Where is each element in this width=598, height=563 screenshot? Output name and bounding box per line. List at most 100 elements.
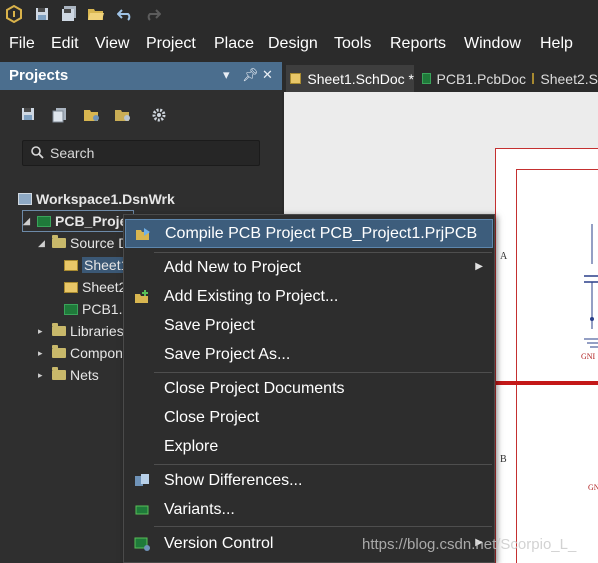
open-folder-icon[interactable] (83, 107, 101, 125)
tree-components[interactable]: ▸ Compone (38, 342, 131, 364)
zone-label-a: A (500, 251, 508, 262)
tree-source-documents[interactable]: ◢ Source D (38, 232, 128, 254)
menu-variants[interactable]: Variants... (125, 496, 493, 525)
projects-panel-header: Projects ▾ 📌︎ ✕ (0, 62, 282, 90)
tree-project[interactable]: ◢ PCB_Proje (22, 210, 135, 232)
menu-design[interactable]: Design (268, 35, 318, 53)
explore-label: Explore (164, 438, 219, 455)
menu-project[interactable]: Project (146, 35, 196, 53)
folder-icon (52, 235, 66, 248)
search-input[interactable]: Search (22, 140, 260, 166)
tab-sheet2-label: Sheet2.S (540, 70, 598, 87)
menu-add-existing[interactable]: Add Existing to Project... (125, 283, 493, 312)
tree-libraries[interactable]: ▸ Libraries (38, 320, 124, 342)
tab-pcb1-label: PCB1.PcbDoc (436, 70, 526, 87)
workspace-icon (18, 193, 32, 205)
menu-window[interactable]: Window (464, 35, 521, 53)
add-new-label: Add New to Project (164, 259, 301, 276)
save-project-label: Save Project (164, 317, 255, 334)
settings-icon[interactable] (151, 107, 169, 125)
menu-view[interactable]: View (95, 35, 129, 53)
folder-icon (52, 367, 66, 380)
menu-save-project-as[interactable]: Save Project As... (125, 341, 493, 370)
save-icon[interactable] (32, 4, 52, 24)
undo-icon[interactable] (115, 4, 135, 24)
tree-pcb1[interactable]: PCB1.P (64, 298, 132, 320)
expand-arrow-icon[interactable]: ▸ (38, 370, 48, 381)
menu-file[interactable]: File (9, 35, 35, 53)
schematic-icon (64, 259, 78, 271)
menu-separator (154, 372, 492, 373)
source-folder-label: Source D (70, 235, 129, 251)
pcb-document-icon (64, 303, 78, 315)
tab-pcb1[interactable]: PCB1.PcbDoc (418, 65, 526, 92)
menu-separator (154, 464, 492, 465)
menu-help[interactable]: Help (540, 35, 573, 53)
redo-icon[interactable] (143, 4, 163, 24)
save-project-as-label: Save Project As... (164, 346, 291, 363)
add-existing-label: Add Existing to Project... (164, 288, 339, 305)
close-project-label: Close Project (164, 409, 260, 426)
schematic-icon (64, 281, 78, 293)
show-differences-label: Show Differences... (164, 472, 303, 489)
component-symbol (584, 224, 598, 348)
menu-add-new-to-project[interactable]: Add New to Project ▶ (125, 254, 493, 283)
tree-nets[interactable]: ▸ Nets (38, 364, 99, 386)
tab-sheet1[interactable]: Sheet1.SchDoc * (286, 65, 414, 92)
sheet2-label: Sheet2 (82, 279, 127, 295)
nets-label: Nets (70, 367, 99, 383)
watermark: https://blog.csdn.net/Scorpio_L_ (362, 536, 577, 553)
duplicate-icon[interactable] (52, 107, 70, 125)
projects-panel-title: Projects (9, 67, 69, 84)
close-documents-label: Close Project Documents (164, 380, 345, 397)
menu-edit[interactable]: Edit (51, 35, 79, 53)
menu-save-project[interactable]: Save Project (125, 312, 493, 341)
variants-label: Variants... (164, 501, 235, 518)
add-existing-icon (134, 290, 150, 304)
tab-sheet1-label: Sheet1.SchDoc * (307, 70, 414, 87)
collapse-arrow-icon[interactable]: ◢ (23, 216, 33, 227)
schematic-sheet[interactable]: A B GNI GN (495, 148, 598, 563)
menu-place[interactable]: Place (214, 35, 254, 53)
menu-bar: File Edit View Project Place Design Tool… (0, 30, 598, 60)
dropdown-icon[interactable]: ▾ (223, 67, 230, 83)
save-icon[interactable] (21, 107, 39, 125)
tree-workspace[interactable]: Workspace1.DsnWrk (18, 188, 175, 210)
search-icon (31, 146, 44, 163)
open-icon[interactable] (86, 4, 106, 24)
tree-sheet2[interactable]: Sheet2 (64, 276, 126, 298)
menu-show-differences[interactable]: Show Differences... (125, 467, 493, 496)
menu-close-project[interactable]: Close Project (125, 404, 493, 433)
menu-compile-project[interactable]: Compile PCB Project PCB_Project1.PrjPCB (125, 219, 493, 248)
workspace-label: Workspace1.DsnWrk (36, 191, 175, 207)
expand-arrow-icon[interactable]: ▸ (38, 348, 48, 359)
components-label: Compone (70, 345, 131, 361)
menu-separator (154, 252, 492, 253)
save-all-icon[interactable] (59, 4, 79, 24)
folder-icon (52, 345, 66, 358)
pin-icon[interactable]: 📌︎ (242, 67, 259, 83)
compile-icon (135, 227, 151, 241)
pcb-project-icon (37, 215, 51, 227)
close-icon[interactable]: ✕ (262, 67, 273, 83)
tree-sheet1[interactable]: Sheet1 (64, 254, 131, 276)
expand-arrow-icon[interactable]: ▸ (38, 326, 48, 337)
schematic-icon (532, 73, 535, 84)
version-control-icon (134, 537, 150, 551)
project-options-icon[interactable] (114, 107, 132, 125)
menu-separator (154, 526, 492, 527)
libraries-label: Libraries (70, 323, 124, 339)
project-context-menu: Compile PCB Project PCB_Project1.PrjPCB … (123, 214, 495, 563)
document-tabs: Sheet1.SchDoc * PCB1.PcbDoc Sheet2.S (284, 62, 598, 92)
menu-tools[interactable]: Tools (334, 35, 371, 53)
version-control-label: Version Control (164, 535, 274, 552)
menu-close-project-documents[interactable]: Close Project Documents (125, 375, 493, 404)
tab-sheet2[interactable]: Sheet2.S (528, 65, 598, 92)
project-label: PCB_Proje (55, 213, 128, 229)
red-wire (496, 381, 598, 385)
collapse-arrow-icon[interactable]: ◢ (38, 238, 48, 249)
menu-explore[interactable]: Explore (125, 433, 493, 462)
search-placeholder: Search (50, 145, 95, 161)
menu-reports[interactable]: Reports (390, 35, 446, 53)
folder-icon (52, 323, 66, 336)
